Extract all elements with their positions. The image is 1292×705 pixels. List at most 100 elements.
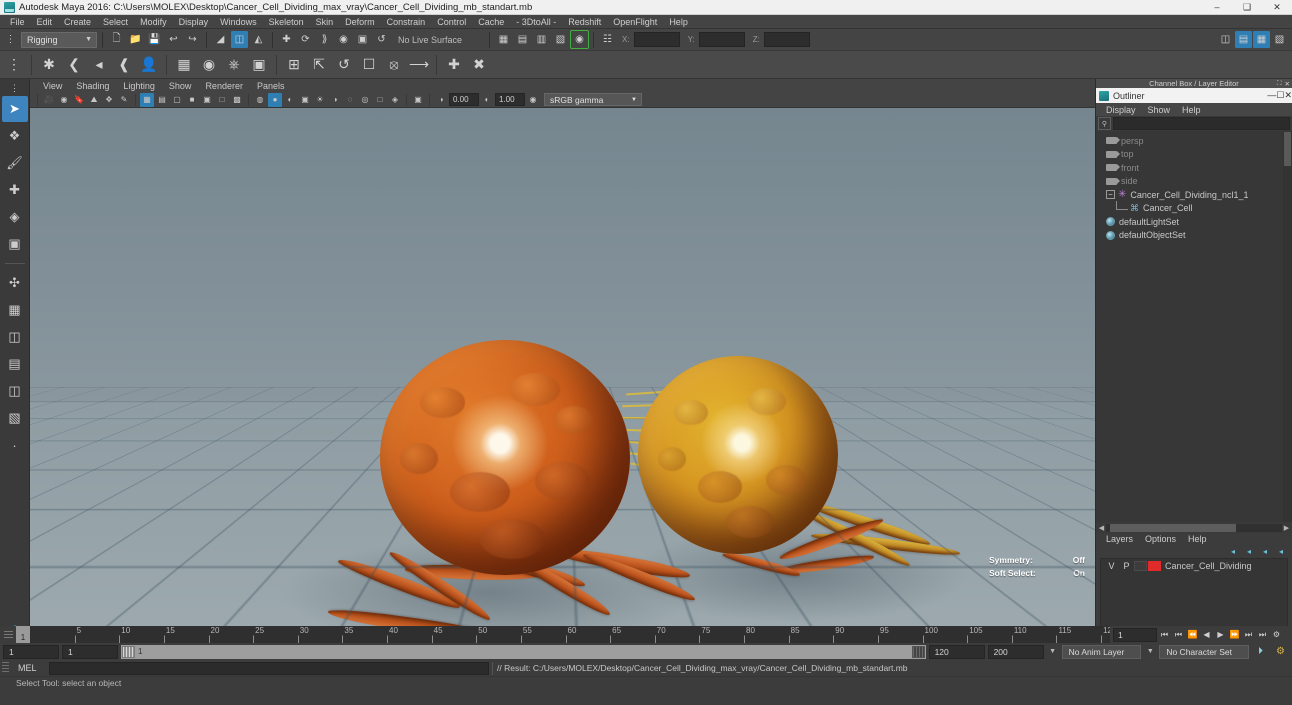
step-forward-keyframe-icon[interactable]: ⏭	[1242, 628, 1255, 642]
scrollbar-thumb[interactable]	[1109, 523, 1237, 532]
menu-item-skin[interactable]: Skin	[310, 15, 340, 29]
go-to-end-icon[interactable]: ⏭	[1256, 628, 1269, 642]
outliner-item-side[interactable]: side	[1096, 175, 1292, 189]
parent-constraint-icon[interactable]: ⊞	[282, 53, 306, 77]
create-ik-handle-icon[interactable]: ❮	[62, 53, 86, 77]
select-by-object-type-icon[interactable]: ◫	[231, 31, 248, 48]
menu-item-3dtoall[interactable]: - 3DtoAll -	[510, 15, 562, 29]
playback-start-field[interactable]: 1	[62, 644, 118, 659]
layer-menu-item-options[interactable]: Options	[1139, 534, 1182, 544]
step-back-frame-icon[interactable]: ⏪	[1186, 628, 1199, 642]
time-slider-handle-icon[interactable]	[0, 626, 16, 643]
input-output-connections-icon[interactable]: ☷	[599, 31, 616, 48]
safe-action-icon[interactable]: □	[215, 93, 229, 107]
render-settings-icon[interactable]: ▧	[552, 31, 569, 48]
chevron-down-icon[interactable]: ▼	[1047, 648, 1059, 655]
mirror-skin-weights-icon[interactable]: ▣	[247, 53, 271, 77]
playback-end-field[interactable]: 120	[928, 644, 985, 659]
viewport-menu-item-renderer[interactable]: Renderer	[198, 81, 250, 91]
scroll-right-icon[interactable]: ▶	[1282, 524, 1291, 532]
command-language-label[interactable]: MEL	[12, 663, 46, 673]
menu-item-modify[interactable]: Modify	[134, 15, 173, 29]
outliner-item-cancer-cell[interactable]: ⌘ Cancer_Cell	[1096, 201, 1292, 216]
cancer-cell-right[interactable]	[638, 356, 838, 554]
layer-menu-item-layers[interactable]: Layers	[1100, 534, 1139, 544]
status-bar-handle-icon[interactable]: ⋮	[2, 31, 19, 48]
add-influence-icon[interactable]: ✚	[442, 53, 466, 77]
layout-more-button[interactable]: ·	[2, 432, 28, 458]
range-end-grip[interactable]	[911, 645, 925, 658]
grid-display-icon[interactable]: ▦	[140, 92, 154, 107]
snap-to-point-icon[interactable]: ⟫	[316, 31, 333, 48]
outliner-menu-item-display[interactable]: Display	[1100, 105, 1142, 115]
coord-x-field[interactable]	[633, 32, 680, 47]
coord-y-field[interactable]	[698, 32, 745, 47]
layer-playback-toggle[interactable]: P	[1119, 561, 1134, 571]
render-sequence-icon[interactable]: ▤	[514, 31, 531, 48]
move-tool-button[interactable]: ✚	[2, 177, 28, 203]
ambient-occlusion-icon[interactable]: ◌	[343, 93, 357, 107]
outliner-search-input[interactable]	[1113, 117, 1290, 130]
show-channel-box-icon[interactable]: ▦	[1253, 31, 1270, 48]
ipr-render-icon[interactable]: ▥	[533, 31, 550, 48]
current-frame-field[interactable]: 1	[1113, 627, 1157, 642]
range-start-grip[interactable]	[122, 645, 135, 658]
gamma-value[interactable]: 1.00	[495, 93, 525, 106]
minimize-button[interactable]: –	[1202, 0, 1232, 15]
outliner-menu-item-help[interactable]: Help	[1176, 105, 1207, 115]
remove-influence-icon[interactable]: ✖	[467, 53, 491, 77]
layout-persp-graph-button[interactable]: ▤	[2, 351, 28, 377]
smooth-skin-icon[interactable]: ⎈	[222, 53, 246, 77]
toolbox-handle-icon[interactable]: ⋮	[2, 81, 28, 95]
layer-row[interactable]: V P Cancer_Cell_Dividing	[1101, 559, 1287, 573]
snap-to-view-plane-icon[interactable]: ▣	[354, 31, 371, 48]
select-tool-button[interactable]: ➤	[1, 96, 28, 122]
scrollbar-track[interactable]	[1106, 523, 1282, 532]
menu-item-constrain[interactable]: Constrain	[381, 15, 432, 29]
outliner-item-cancer-cell-dividing-ncl1-1[interactable]: − ✳ Cancer_Cell_Dividing_ncl1_1	[1096, 188, 1292, 202]
hypershade-icon[interactable]: ◉	[570, 30, 589, 49]
step-back-keyframe-icon[interactable]: ⏮	[1172, 628, 1185, 642]
animation-preferences-icon[interactable]: ⚙	[1272, 643, 1289, 660]
range-start-field[interactable]: 1	[3, 644, 59, 659]
outliner-item-persp[interactable]: persp	[1096, 134, 1292, 148]
cancer-cell-left[interactable]	[380, 340, 630, 575]
chevron-down-icon[interactable]: ▼	[1144, 648, 1156, 655]
shelf-handle-icon[interactable]: ⋮	[2, 53, 26, 77]
make-live-icon[interactable]: ↺	[373, 31, 390, 48]
menu-item-cache[interactable]: Cache	[472, 15, 510, 29]
undock-icon[interactable]: ⛶	[1277, 80, 1282, 88]
step-forward-frame-icon[interactable]: ⏩	[1228, 628, 1241, 642]
gamma-icon[interactable]: ◐	[480, 93, 494, 107]
show-tool-settings-icon[interactable]: ▤	[1235, 31, 1252, 48]
select-by-hierarchy-icon[interactable]: ◢	[212, 31, 229, 48]
menu-item-windows[interactable]: Windows	[214, 15, 263, 29]
bind-skin-icon[interactable]: ▦	[172, 53, 196, 77]
motion-blur-icon[interactable]: ◎	[358, 93, 372, 107]
layer-visibility-toggle[interactable]: V	[1104, 561, 1119, 571]
pole-vector-constraint-icon[interactable]: ⟶	[407, 53, 431, 77]
new-layer-from-selected-icon[interactable]: ◂	[1243, 546, 1255, 557]
snap-to-curve-icon[interactable]: ⟳	[297, 31, 314, 48]
menuset-dropdown[interactable]: Rigging ▼	[21, 31, 97, 48]
outliner-minimize-button[interactable]: —	[1267, 90, 1276, 101]
layout-persp-outliner-button[interactable]: ▧	[2, 405, 28, 431]
menu-item-redshift[interactable]: Redshift	[562, 15, 607, 29]
wireframe-shading-icon[interactable]: ◍	[253, 93, 267, 107]
use-all-lights-icon[interactable]: ☀	[313, 93, 327, 107]
new-layer-icon[interactable]: ◂	[1227, 546, 1239, 557]
skeleton-icon[interactable]: 👤	[137, 53, 161, 77]
grease-pencil-icon[interactable]: ✎	[117, 93, 131, 107]
point-constraint-icon[interactable]: ⇱	[307, 53, 331, 77]
time-slider-track[interactable]: 5 10 15 20 25 30 35 40 45 50 55 60 65 70 75 80 85 90 95 100…	[30, 626, 1110, 643]
outliner-maximize-button[interactable]: ☐	[1276, 90, 1284, 101]
smooth-shade-all-icon[interactable]: ●	[268, 92, 282, 107]
show-sidebar-icon[interactable]: ▧	[1271, 31, 1288, 48]
command-line-handle-icon[interactable]	[2, 662, 9, 674]
save-scene-icon[interactable]: 💾	[146, 31, 163, 48]
orient-constraint-icon[interactable]: ↺	[332, 53, 356, 77]
multisample-icon[interactable]: □	[373, 93, 387, 107]
menu-item-help[interactable]: Help	[663, 15, 694, 29]
menu-item-edit[interactable]: Edit	[31, 15, 59, 29]
select-by-component-type-icon[interactable]: ◭	[250, 31, 267, 48]
